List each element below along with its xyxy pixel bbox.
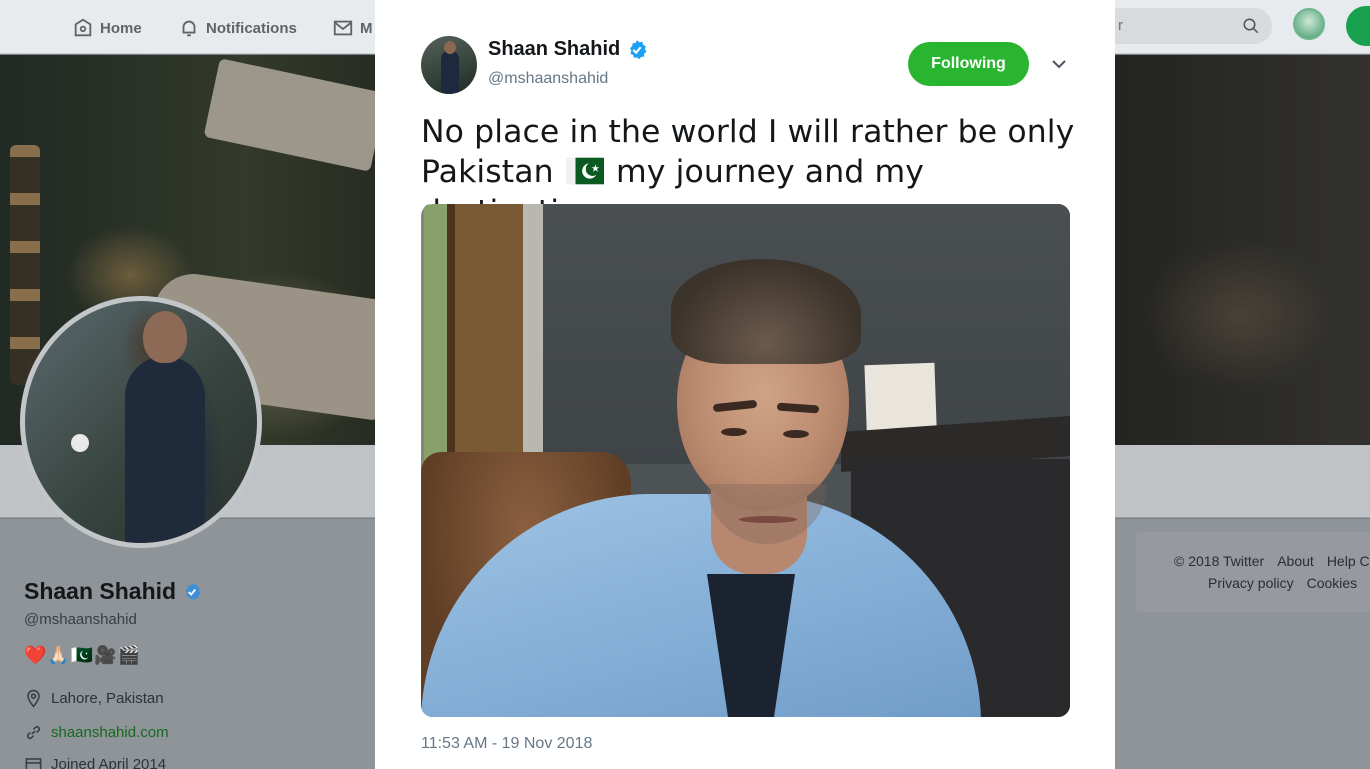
tweet-text-line-1: No place in the world I will rather be o… <box>421 114 1075 150</box>
profile-bio: ❤️🙏🏻🇵🇰🎥🎬 <box>24 645 142 665</box>
profile-joined: Joined April 2014 <box>24 755 166 769</box>
profile-name: Shaan Shahid <box>24 578 202 605</box>
account-avatar[interactable] <box>1293 8 1325 40</box>
verified-badge-icon <box>630 39 647 59</box>
bell-icon <box>182 20 196 37</box>
footer-cookies-link[interactable]: Cookies <box>1307 575 1358 591</box>
search-placeholder: r <box>1118 17 1123 34</box>
search-icon <box>1243 18 1259 34</box>
nav-notifications-label: Notifications <box>206 19 297 37</box>
website-link[interactable]: shaanshahid.com <box>51 724 169 741</box>
tweet-author-name[interactable]: Shaan Shahid <box>488 38 648 61</box>
tweet-modal: Shaan Shahid @mshaanshahid Following No … <box>375 0 1115 769</box>
tweet-photo[interactable] <box>421 204 1070 717</box>
profile-avatar[interactable] <box>20 296 262 548</box>
tweet-button[interactable] <box>1346 6 1370 46</box>
chevron-down-icon[interactable] <box>1047 52 1071 76</box>
nav-home[interactable]: Home <box>72 15 142 41</box>
tweet-timestamp[interactable]: 11:53 AM - 19 Nov 2018 <box>421 735 592 753</box>
footer-help-link[interactable]: Help C <box>1327 553 1370 569</box>
nav-messages[interactable]: M <box>332 15 373 41</box>
home-icon <box>74 18 92 37</box>
footer-privacy-link[interactable]: Privacy policy <box>1208 575 1294 591</box>
pakistan-flag-icon <box>565 157 604 185</box>
tweet-author-handle[interactable]: @mshaanshahid <box>488 70 608 88</box>
profile-website[interactable]: shaanshahid.com <box>24 723 169 742</box>
search-input[interactable]: r <box>1100 8 1272 44</box>
nav-messages-label: M <box>360 19 373 37</box>
mail-icon <box>333 20 353 36</box>
link-icon <box>26 725 41 740</box>
footer-links-card: © 2018 Twitter About Help C Privacy poli… <box>1136 532 1370 612</box>
footer-copyright: © 2018 Twitter <box>1174 553 1265 569</box>
nav-notifications[interactable]: Notifications <box>178 15 297 41</box>
profile-location: Lahore, Pakistan <box>24 689 164 708</box>
tweet-author-avatar[interactable] <box>421 36 477 94</box>
location-pin-icon <box>27 689 40 708</box>
calendar-icon <box>25 758 42 769</box>
footer-about-link[interactable]: About <box>1277 553 1314 569</box>
verified-badge-icon <box>185 582 201 600</box>
following-button[interactable]: Following <box>908 42 1029 86</box>
profile-handle: @mshaanshahid <box>24 611 137 628</box>
nav-home-label: Home <box>100 19 142 37</box>
